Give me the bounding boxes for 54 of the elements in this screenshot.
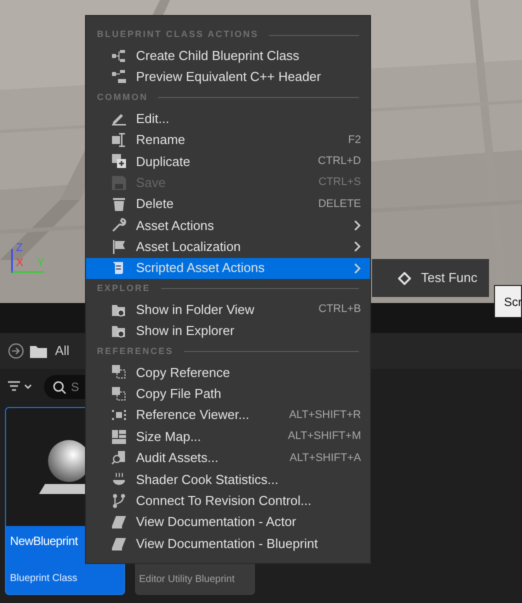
menu-item[interactable]: Edit...	[86, 108, 370, 130]
branch-icon	[111, 492, 127, 509]
menu-item[interactable]: Asset Actions	[86, 214, 370, 236]
menu-item[interactable]: Create Child Blueprint Class	[86, 45, 370, 66]
menu-item[interactable]: Asset Localization	[86, 236, 370, 258]
hierarchy-icon	[111, 69, 127, 86]
shortcut-label: CTRL+S	[318, 175, 361, 190]
axis-label: X	[16, 258, 24, 269]
book-icon	[111, 536, 127, 552]
menu-item[interactable]: Show in Folder View CTRL+B	[86, 298, 370, 320]
shortcut-label: CTRL+B	[318, 302, 361, 318]
book-icon	[111, 514, 127, 530]
shortcut-label: F2	[348, 132, 361, 148]
section-heading: REFERENCES	[97, 344, 174, 358]
submenu-item[interactable]: Test Func	[372, 268, 478, 288]
asset-type: Blueprint Class	[10, 572, 78, 586]
copy-icon	[111, 386, 127, 402]
flag-icon	[111, 238, 127, 255]
trash-icon	[111, 196, 127, 212]
shortcut-label: CTRL+D	[318, 154, 361, 169]
axis-label: Y	[37, 258, 44, 269]
rename-icon	[111, 132, 127, 148]
hierarchy-icon	[111, 48, 127, 64]
document-search-icon	[111, 450, 127, 466]
folder-icon	[30, 344, 47, 358]
section-heading: COMMON	[97, 91, 148, 104]
shortcut-label: ALT+SHIFT+M	[288, 429, 361, 444]
save-icon	[111, 174, 127, 191]
section-heading: BLUEPRINT CLASS ACTIONS	[97, 28, 259, 42]
axis-gizmo-icon	[11, 249, 45, 273]
copy-icon	[111, 364, 127, 380]
menu-item[interactable]: Rename F2	[86, 129, 370, 151]
asset-name: NewBlueprint	[10, 533, 78, 550]
shortcut-label: ALT+SHIFT+A	[290, 450, 361, 466]
menu-item[interactable]: Scripted Asset Actions	[86, 258, 370, 279]
path-breadcrumb[interactable]: All	[55, 341, 70, 361]
duplicate-icon	[111, 153, 127, 170]
menu-item[interactable]: Copy Reference	[86, 362, 370, 384]
size-map-icon	[111, 428, 127, 445]
steaming-bowl-icon	[111, 471, 127, 488]
section-heading: EXPLORE	[97, 282, 151, 296]
function-icon	[398, 272, 411, 284]
menu-item[interactable]: Preview Equivalent C++ Header	[86, 66, 370, 88]
menu-item[interactable]: Duplicate CTRL+D	[86, 150, 370, 172]
shortcut-label: ALT+SHIFT+R	[289, 408, 361, 423]
filter-icon[interactable]	[8, 381, 34, 393]
search-icon	[53, 381, 66, 394]
menu-item[interactable]: Delete DELETE	[86, 193, 370, 215]
wrench-icon	[111, 217, 127, 234]
asset-type: Editor Utility Blueprint	[139, 573, 236, 587]
menu-item[interactable]: Copy File Path	[86, 383, 370, 404]
shortcut-label: DELETE	[318, 196, 361, 212]
axis-label: Z	[16, 243, 23, 254]
menu-item[interactable]: Show in Explorer	[86, 320, 370, 342]
